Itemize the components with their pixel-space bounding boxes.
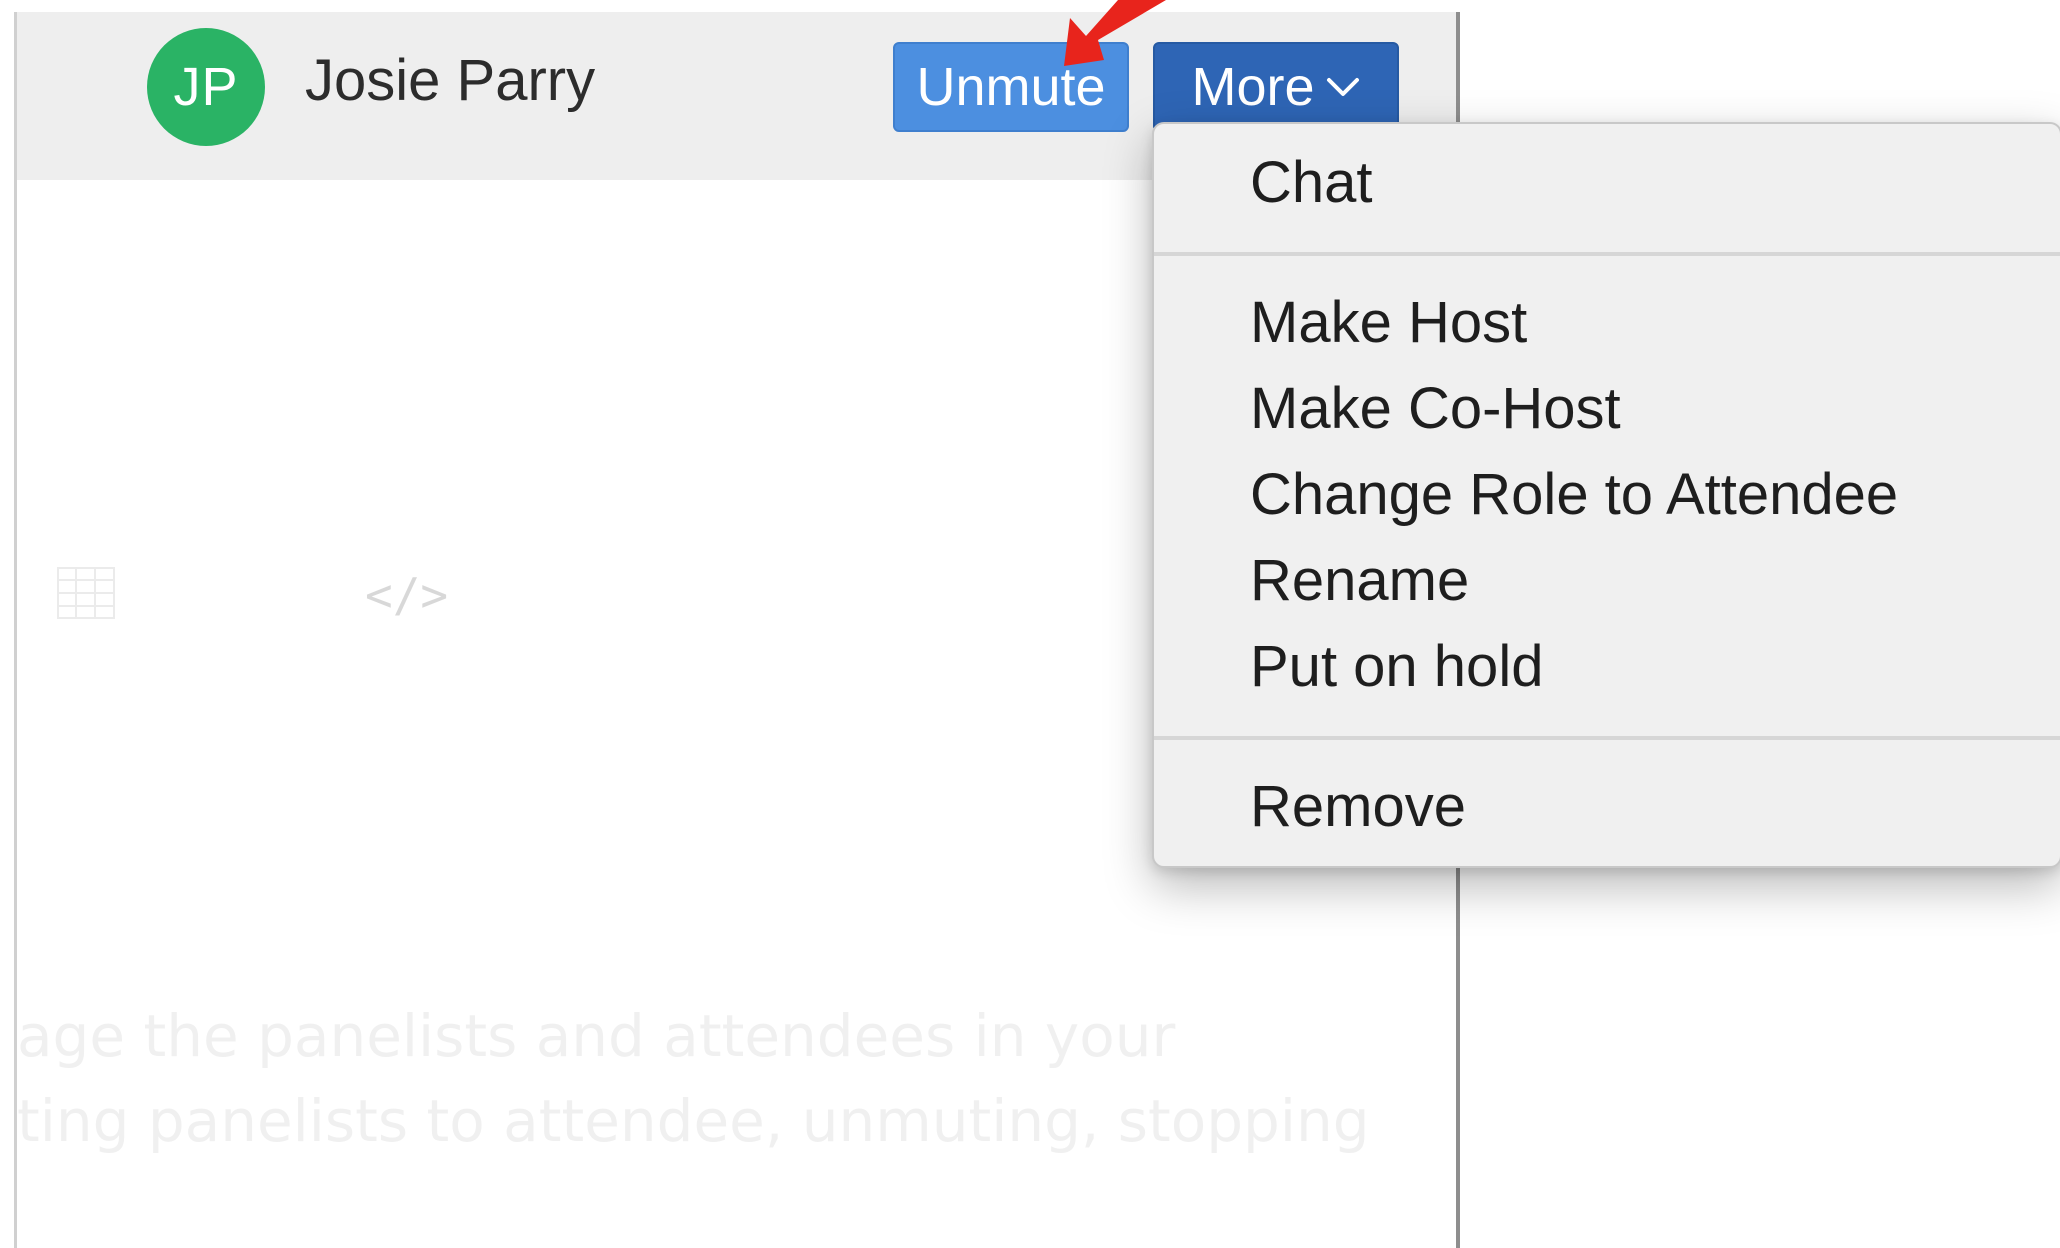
avatar: JP xyxy=(147,28,265,146)
chevron-down-icon xyxy=(1326,78,1359,96)
menu-item-remove[interactable]: Remove xyxy=(1250,778,1466,836)
menu-divider xyxy=(1154,252,2060,256)
menu-item-make-host[interactable]: Make Host xyxy=(1250,294,1527,352)
background-text-line: age the panelists and attendees in your xyxy=(17,1002,1176,1070)
more-context-menu: Chat Make Host Make Co-Host Change Role … xyxy=(1152,122,2060,868)
participant-name: Josie Parry xyxy=(305,48,596,113)
background-text-line: ting panelists to attendee, unmuting, st… xyxy=(17,1087,1370,1155)
more-button[interactable]: More xyxy=(1153,42,1399,132)
table-icon xyxy=(57,567,115,619)
more-button-label: More xyxy=(1191,57,1315,117)
menu-divider xyxy=(1154,736,2060,740)
menu-item-make-co-host[interactable]: Make Co-Host xyxy=(1250,380,1621,438)
red-arrow-icon xyxy=(1064,0,1166,66)
menu-item-change-role-to-attendee[interactable]: Change Role to Attendee xyxy=(1250,466,1898,524)
code-icon: </> xyxy=(365,568,449,622)
menu-item-rename[interactable]: Rename xyxy=(1250,552,1469,610)
menu-item-chat[interactable]: Chat xyxy=(1250,154,1373,212)
menu-item-put-on-hold[interactable]: Put on hold xyxy=(1250,638,1543,696)
